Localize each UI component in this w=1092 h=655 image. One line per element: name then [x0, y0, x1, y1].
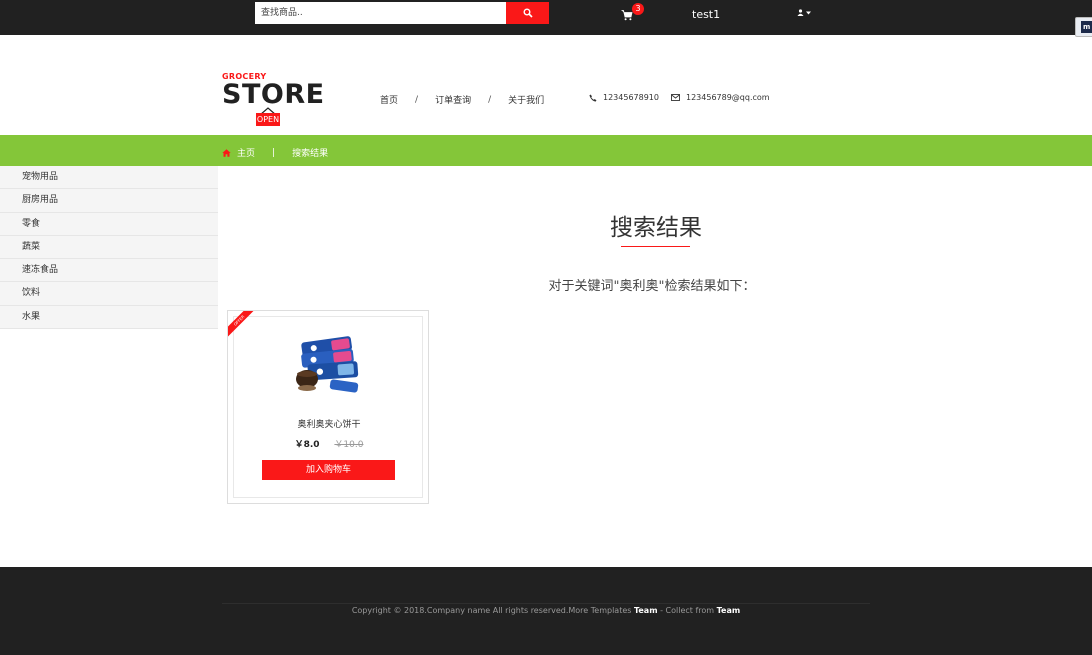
contact-email: 123456789@qq.com [671, 93, 770, 102]
logo-title: STORE [222, 79, 325, 110]
product-image[interactable] [290, 333, 370, 397]
footer-collect-text: - Collect from [660, 606, 715, 615]
main-nav: 首页 / 订单查询 / 关于我们 [380, 93, 544, 107]
sidebar-item-vegetables[interactable]: 蔬菜 [0, 235, 218, 260]
search-button[interactable] [506, 2, 549, 24]
offer-ribbon-label: OFFER [228, 311, 258, 341]
page-title: 搜索结果 [610, 215, 702, 241]
footer-team-link[interactable]: Team [634, 606, 658, 615]
search-icon [523, 8, 533, 18]
category-sidebar: 宠物用品 厨房用品 零食 蔬菜 速冻食品 饮料 水果 [0, 166, 218, 330]
sidebar-item-frozen-food[interactable]: 速冻食品 [0, 259, 218, 283]
floating-corner-tab[interactable]: m [1075, 17, 1092, 37]
contact-phone: 12345678910 [589, 93, 659, 102]
top-bar: 3 test1 [0, 0, 1092, 35]
sidebar-item-drinks[interactable]: 饮料 [0, 282, 218, 306]
current-price: ￥8.0 [294, 440, 320, 450]
offer-ribbon: OFFER [228, 311, 258, 341]
nav-order-query[interactable]: 订单查询 [435, 93, 471, 106]
user-icon [797, 9, 804, 16]
footer-team-link-2[interactable]: Team [717, 606, 741, 615]
sidebar-item-pet-supplies[interactable]: 宠物用品 [0, 166, 218, 190]
footer-divider [222, 603, 870, 604]
phone-icon [589, 94, 597, 102]
add-to-cart-button[interactable]: 加入购物车 [262, 460, 395, 480]
nav-separator: / [488, 94, 492, 105]
sidebar-item-fruit[interactable]: 水果 [0, 305, 218, 330]
corner-tab-label: m [1081, 21, 1092, 33]
phone-number: 12345678910 [603, 93, 659, 102]
cart-button[interactable]: 3 [621, 3, 645, 24]
envelope-icon [671, 94, 680, 101]
product-price: ￥8.0 ￥10.0 [228, 437, 430, 450]
footer: Copyright © 2018.Company name All rights… [0, 567, 1092, 655]
breadcrumb-bar [0, 135, 1092, 166]
search-input[interactable] [255, 2, 506, 24]
sidebar-item-kitchen[interactable]: 厨房用品 [0, 189, 218, 213]
home-icon [222, 148, 231, 157]
logo-open-sign: OPEN [256, 113, 280, 126]
search-results-summary: 对于关键词"奥利奥"检索结果如下： [548, 279, 756, 294]
sidebar-item-snacks[interactable]: 零食 [0, 212, 218, 236]
title-underline [621, 246, 690, 247]
breadcrumb: 主页 | 搜索结果 [222, 146, 328, 159]
breadcrumb-current: 搜索结果 [292, 149, 329, 159]
copyright-text: Copyright © 2018.Company name All rights… [0, 606, 1092, 615]
breadcrumb-separator: | [272, 147, 276, 158]
nav-separator: / [415, 94, 419, 105]
nav-home[interactable]: 首页 [380, 93, 398, 106]
product-card: OFFER 奥利奥夹心饼干 ￥8.0 ￥10.0 加入购物车 [227, 310, 429, 504]
copyright-prefix: Copyright © 2018.Company name All rights… [351, 606, 632, 615]
original-price: ￥10.0 [334, 440, 364, 450]
user-menu-dropdown[interactable] [797, 9, 811, 16]
store-logo[interactable]: GROCERY STORE OPEN [222, 72, 325, 128]
cart-icon [621, 10, 633, 21]
breadcrumb-home[interactable]: 主页 [237, 146, 255, 159]
cart-count-badge: 3 [632, 3, 644, 15]
username-link[interactable]: test1 [692, 8, 720, 21]
product-name[interactable]: 奥利奥夹心饼干 [228, 417, 430, 430]
nav-about-us[interactable]: 关于我们 [508, 93, 544, 106]
caret-down-icon [806, 11, 811, 14]
email-address[interactable]: 123456789@qq.com [686, 93, 770, 102]
